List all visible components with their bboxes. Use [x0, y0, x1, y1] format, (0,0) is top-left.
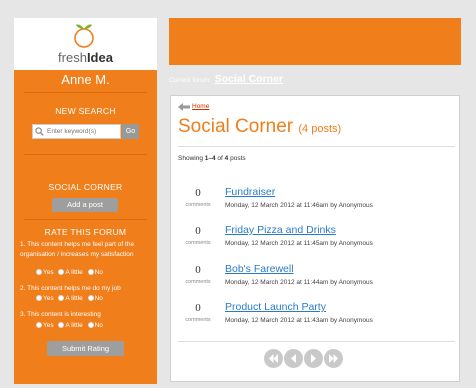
- rating-options: Yes A little No: [36, 322, 106, 329]
- social-corner-title: SOCIAL CORNER: [48, 182, 123, 192]
- comment-count: 0: [195, 225, 201, 237]
- rating-options: Yes A little No: [36, 269, 106, 276]
- logo-apple-icon: [74, 24, 94, 48]
- radio-no[interactable]: [87, 269, 94, 275]
- page-title: Social Corner (4 posts): [178, 116, 342, 137]
- rating-question: 1. This content helps me feel part of th…: [20, 241, 135, 258]
- sidebar: freshIdea Anne M. NEW SEARCH Go SOCIAL C…: [14, 18, 157, 384]
- post-title-link[interactable]: Bob's Farewell: [225, 263, 294, 275]
- user-name: Anne M.: [61, 72, 110, 87]
- radio-no[interactable]: [87, 295, 94, 301]
- logo[interactable]: freshIdea: [14, 18, 157, 70]
- divider: [178, 146, 455, 147]
- search-box: Go: [32, 124, 139, 139]
- last-page-icon: [329, 354, 338, 363]
- rating-question: 2. This content helps me do my job: [20, 285, 121, 292]
- submit-rating-button[interactable]: Submit Rating: [47, 341, 124, 356]
- comment-count: 0: [195, 302, 201, 314]
- post-item: 0 comments Friday Pizza and Drinks Monda…: [176, 224, 456, 249]
- home-link[interactable]: Home: [192, 103, 209, 110]
- next-page-button[interactable]: [304, 349, 323, 368]
- divider: [24, 154, 147, 155]
- divider: [178, 341, 455, 342]
- comment-count: 0: [195, 187, 201, 199]
- post-title-link[interactable]: Friday Pizza and Drinks: [225, 224, 336, 236]
- current-forum-link[interactable]: Social Corner: [215, 73, 283, 85]
- first-page-icon: [269, 354, 278, 363]
- pagination: [264, 349, 344, 369]
- previous-page-button[interactable]: [284, 349, 303, 368]
- search-icon: [35, 127, 44, 136]
- post-meta: Monday, 12 March 2012 at 11:46am by Anon…: [225, 202, 373, 209]
- comments-label: comments: [185, 279, 211, 285]
- first-page-button[interactable]: [264, 349, 283, 368]
- add-post-button[interactable]: Add a post: [52, 198, 118, 212]
- post-title-link[interactable]: Product Launch Party: [225, 301, 326, 313]
- search-input[interactable]: [32, 124, 121, 139]
- post-item: 0 comments Bob's Farewell Monday, 12 Mar…: [176, 263, 456, 288]
- divider: [24, 219, 147, 220]
- previous-page-icon: [291, 354, 296, 363]
- post-meta: Monday, 12 March 2012 at 11:43am by Anon…: [225, 317, 373, 324]
- radio-a-little[interactable]: [58, 269, 65, 275]
- content-panel: Home Social Corner (4 posts) Showing 1–4…: [170, 95, 460, 382]
- comments-label: comments: [185, 317, 211, 323]
- post-meta: Monday, 12 March 2012 at 11:45am by Anon…: [225, 240, 373, 247]
- radio-a-little[interactable]: [58, 322, 65, 328]
- next-page-icon: [311, 354, 316, 363]
- radio-yes[interactable]: [36, 269, 42, 275]
- radio-yes[interactable]: [36, 322, 42, 328]
- current-forum: Current forum: Social Corner: [169, 73, 283, 85]
- rate-forum-title: RATE THIS FORUM: [44, 227, 127, 237]
- back-arrow-icon[interactable]: [178, 103, 190, 111]
- radio-yes[interactable]: [36, 295, 42, 301]
- go-button[interactable]: Go: [122, 124, 139, 139]
- last-page-button[interactable]: [324, 349, 343, 368]
- post-count: (4 posts): [298, 123, 342, 135]
- divider: [24, 92, 147, 93]
- logo-text: freshIdea: [58, 50, 113, 65]
- comments-label: comments: [185, 202, 211, 208]
- showing-text: Showing 1–4 of 4 posts: [178, 155, 246, 162]
- post-item: 0 comments Fundraiser Monday, 12 March 2…: [176, 186, 456, 211]
- current-forum-label: Current forum:: [169, 77, 211, 84]
- rating-options: Yes A little No: [36, 295, 106, 302]
- header-banner: [169, 18, 461, 65]
- post-meta: Monday, 12 March 2012 at 11:44am by Anon…: [225, 279, 373, 286]
- comments-label: comments: [185, 240, 211, 246]
- radio-a-little[interactable]: [58, 295, 65, 301]
- post-title-link[interactable]: Fundraiser: [225, 186, 275, 198]
- new-search-title: NEW SEARCH: [55, 106, 116, 116]
- radio-no[interactable]: [87, 322, 94, 328]
- rating-question: 3. This content is interesting: [20, 311, 101, 318]
- comment-count: 0: [195, 264, 201, 276]
- post-item: 0 comments Product Launch Party Monday, …: [176, 301, 456, 326]
